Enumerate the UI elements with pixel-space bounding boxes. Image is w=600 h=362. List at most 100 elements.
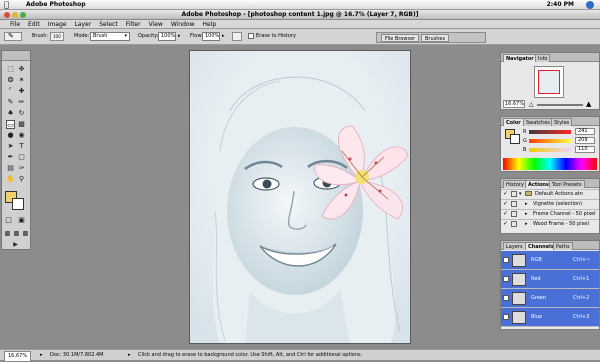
path-selection-icon[interactable]: ➤ <box>6 142 15 151</box>
dialog-toggle-icon[interactable] <box>511 211 517 217</box>
action-row[interactable]: ✓ ▸ Vignette (selection) <box>501 199 599 207</box>
history-brush-icon[interactable]: ↻ <box>17 109 26 118</box>
screen-mode-icon[interactable]: ▩ <box>3 229 12 238</box>
expand-icon[interactable]: ▸ <box>525 209 528 219</box>
lasso-tool-icon[interactable]: ❂ <box>6 76 15 85</box>
channel-row-blue[interactable]: Blue Ctrl+3 <box>501 308 599 327</box>
slice-tool-icon[interactable]: ✚ <box>17 87 26 96</box>
tab-paths[interactable]: Paths <box>553 242 573 250</box>
dialog-toggle-icon[interactable] <box>511 191 517 197</box>
menu-layer[interactable]: Layer <box>70 20 95 29</box>
hand-tool-icon[interactable]: ✋ <box>6 175 15 184</box>
eye-icon[interactable] <box>503 257 509 263</box>
blur-tool-icon[interactable]: ● <box>6 131 15 140</box>
tab-info[interactable]: Info <box>535 54 551 62</box>
status-triangle-icon[interactable]: ▸ <box>40 351 43 360</box>
expand-icon[interactable]: ▸ <box>525 199 528 209</box>
document-canvas[interactable] <box>189 50 411 344</box>
zoom-out-icon[interactable]: △ <box>529 102 534 108</box>
zoom-field[interactable]: 16.67% <box>4 351 32 362</box>
marquee-tool-icon[interactable]: ⬚ <box>6 65 15 74</box>
mode-select[interactable]: Brush ▾ <box>90 32 130 41</box>
tab-tool-presets[interactable]: Tool Presets <box>549 180 585 188</box>
magic-wand-tool-icon[interactable]: ✶ <box>17 76 26 85</box>
navigator-view-box[interactable] <box>538 70 560 94</box>
tab-navigator[interactable]: Navigator <box>503 54 537 62</box>
tab-file-browser[interactable]: File Browser <box>381 34 420 42</box>
menu-edit[interactable]: Edit <box>24 20 44 29</box>
tab-styles[interactable]: Styles <box>551 118 573 126</box>
tab-history[interactable]: History <box>503 180 527 188</box>
navigator-zoom-slider[interactable] <box>537 104 583 106</box>
green-value[interactable]: 209 <box>575 137 595 144</box>
background-color-swatch[interactable] <box>12 198 24 210</box>
apple-icon[interactable]:  <box>4 1 11 9</box>
quick-mask-icon[interactable]: ▣ <box>17 216 26 225</box>
clone-stamp-icon[interactable]: ♠ <box>6 109 15 118</box>
app-name-menu[interactable]: Adobe Photoshop <box>26 1 86 9</box>
navigator-thumbnail[interactable] <box>534 66 564 98</box>
jump-to-imageready-icon[interactable]: ▶ <box>11 240 20 249</box>
full-screen-icon[interactable]: ▩ <box>21 229 30 238</box>
action-row[interactable]: ✓ ▸ Wood Frame - 50 pixel <box>501 219 599 227</box>
brush-tool-icon[interactable]: ✏ <box>17 98 26 107</box>
check-icon[interactable]: ✓ <box>503 211 508 217</box>
tab-swatches[interactable]: Swatches <box>523 118 553 126</box>
menu-view[interactable]: View <box>145 20 167 29</box>
blue-value[interactable]: 110 <box>575 146 595 153</box>
flow-field[interactable]: 100% <box>202 32 220 41</box>
opacity-arrow-icon[interactable]: ▸ <box>178 33 181 40</box>
opacity-field[interactable]: 100% <box>158 32 176 41</box>
eye-icon[interactable] <box>503 295 509 301</box>
menu-window[interactable]: Window <box>167 20 199 29</box>
navigator-zoom-field[interactable]: 16.67% <box>503 100 525 108</box>
erase-to-history-checkbox[interactable] <box>248 33 254 39</box>
channel-row-green[interactable]: Green Ctrl+2 <box>501 289 599 308</box>
crop-tool-icon[interactable]: ⌜ <box>6 87 15 96</box>
blue-slider[interactable] <box>529 148 571 152</box>
action-row[interactable]: ✓ ▸ Frame Channel - 50 pixel <box>501 209 599 217</box>
zoom-tool-icon[interactable]: ⚲ <box>17 175 26 184</box>
zoom-in-icon[interactable]: ▲ <box>586 101 591 108</box>
check-icon[interactable]: ✓ <box>503 201 508 207</box>
channel-row-red[interactable]: Red Ctrl+1 <box>501 270 599 289</box>
notes-tool-icon[interactable]: ▤ <box>6 164 15 173</box>
action-set-row[interactable]: ✓ ▾ Default Actions.atn <box>501 189 599 197</box>
green-slider[interactable] <box>529 139 571 143</box>
standard-mode-icon[interactable]: □ <box>4 216 13 225</box>
toolbox-header[interactable] <box>2 51 30 61</box>
shape-tool-icon[interactable]: ▢ <box>17 153 26 162</box>
airbrush-icon[interactable] <box>232 32 242 41</box>
tab-brushes[interactable]: Brushes <box>421 34 450 42</box>
expand-icon[interactable]: ▾ <box>519 189 522 199</box>
channel-row-rgb[interactable]: RGB Ctrl+~ <box>501 251 599 270</box>
tab-color[interactable]: Color <box>503 118 524 126</box>
menu-file[interactable]: File <box>6 20 24 29</box>
tab-layers[interactable]: Layers <box>503 242 526 250</box>
dialog-toggle-icon[interactable] <box>511 201 517 207</box>
app-switcher-icon[interactable] <box>586 1 594 9</box>
full-screen-menu-icon[interactable]: ▩ <box>12 229 21 238</box>
eraser-preset-icon[interactable]: ✎ <box>4 32 22 41</box>
eyedropper-tool-icon[interactable]: ✑ <box>17 164 26 173</box>
menu-select[interactable]: Select <box>95 20 122 29</box>
menu-image[interactable]: Image <box>44 20 71 29</box>
status-arrow-icon[interactable]: ▸ <box>128 351 131 360</box>
menu-filter[interactable]: Filter <box>122 20 145 29</box>
move-tool-icon[interactable]: ✥ <box>17 65 26 74</box>
dodge-tool-icon[interactable]: ◉ <box>17 131 26 140</box>
eye-icon[interactable] <box>503 276 509 282</box>
flow-arrow-icon[interactable]: ▸ <box>222 33 225 40</box>
check-icon[interactable]: ✓ <box>503 221 508 227</box>
red-value[interactable]: 241 <box>575 128 595 135</box>
expand-icon[interactable]: ▸ <box>525 219 528 229</box>
tab-actions[interactable]: Actions <box>525 180 552 188</box>
brush-picker[interactable]: 100 <box>50 32 64 41</box>
eraser-tool-icon[interactable]: ▭ <box>6 120 15 129</box>
pen-tool-icon[interactable]: ✒ <box>6 153 15 162</box>
dialog-toggle-icon[interactable] <box>511 221 517 227</box>
menu-help[interactable]: Help <box>199 20 221 29</box>
eye-icon[interactable] <box>503 314 509 320</box>
type-tool-icon[interactable]: T <box>17 142 26 151</box>
color-ramp[interactable] <box>503 158 597 170</box>
